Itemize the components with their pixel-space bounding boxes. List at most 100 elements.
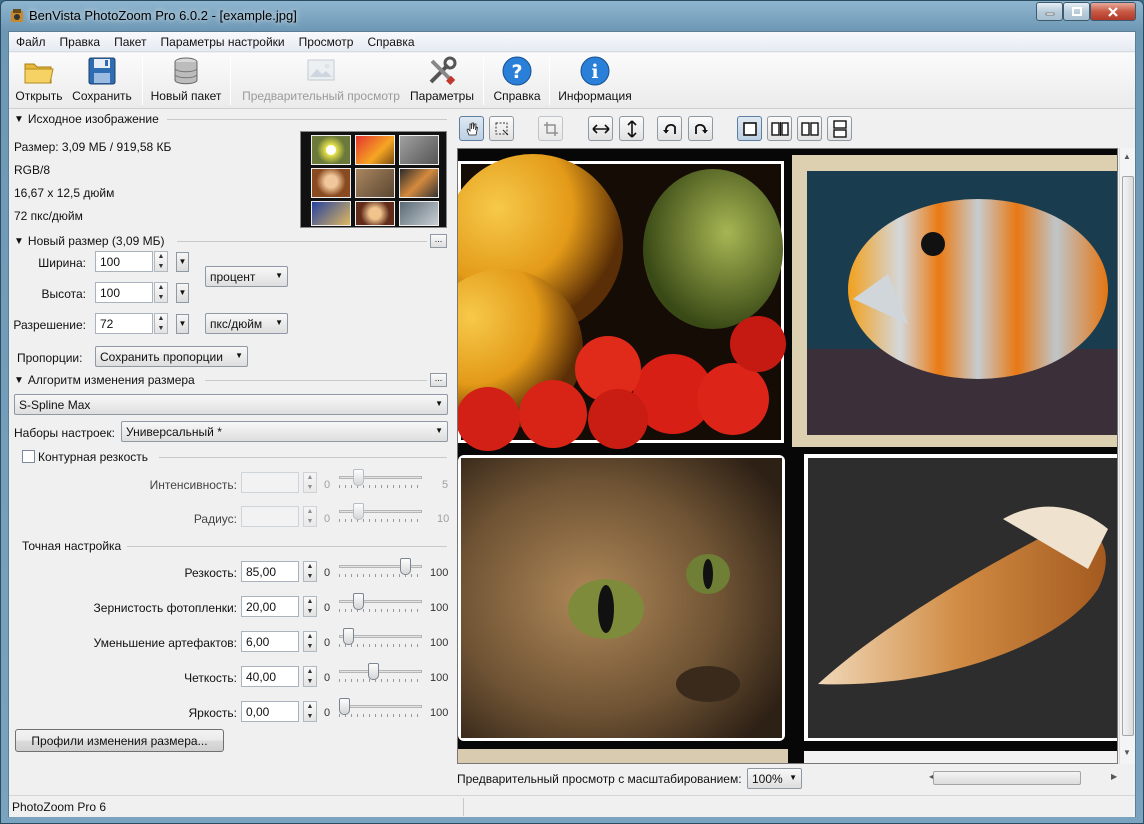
width-spinner[interactable]: ▲ ▼	[154, 251, 168, 272]
presets-select[interactable]: Универсальный * ▼	[121, 421, 448, 442]
spin-up-icon: ▲	[306, 668, 314, 675]
toolbar-separator	[483, 57, 484, 105]
scroll-up-icon[interactable]: ▲	[1123, 152, 1131, 161]
settings-button[interactable]: Параметры	[407, 55, 477, 107]
radius-min: 0	[324, 513, 331, 525]
artifact-reduction-max: 100	[430, 637, 449, 649]
spin-up-icon: ▲	[306, 474, 314, 481]
intensity-slider[interactable]	[339, 468, 422, 494]
menu-batch[interactable]: Пакет	[107, 32, 153, 52]
height-dropdown-button[interactable]: ▼	[176, 283, 189, 303]
split-view-button[interactable]	[767, 116, 792, 141]
source-image-header[interactable]: ▼ Исходное изображение	[14, 112, 159, 126]
stacked-view-icon	[832, 119, 847, 138]
rotate-left-button[interactable]	[657, 116, 682, 141]
size-unit-select[interactable]: процент ▼	[205, 266, 288, 287]
side-by-side-view-button[interactable]	[797, 116, 822, 141]
proportions-select[interactable]: Сохранить пропорции ▼	[95, 346, 248, 367]
width-dropdown-button[interactable]: ▼	[176, 252, 189, 272]
film-grain-max: 100	[430, 602, 449, 614]
slider-thumb[interactable]	[353, 469, 364, 486]
menu-view[interactable]: Просмотр	[292, 32, 361, 52]
new-batch-button[interactable]: Новый пакет	[147, 55, 225, 107]
resize-profiles-button[interactable]: Профили изменения размера...	[15, 729, 224, 752]
algorithm-header[interactable]: ▼ Алгоритм изменения размера	[14, 373, 195, 387]
film-grain-min: 0	[324, 602, 331, 614]
sharpness-spinner[interactable]: ▲ ▼	[303, 561, 317, 582]
algorithm-more-button[interactable]: ...	[430, 373, 447, 387]
contour-sharpening-checkbox[interactable]	[22, 450, 35, 463]
sharpness-slider[interactable]	[339, 557, 422, 583]
artifact-reduction-slider[interactable]	[339, 627, 422, 653]
crop-button[interactable]	[538, 116, 563, 141]
hand-tool-button[interactable]	[459, 116, 484, 141]
intensity-input[interactable]	[241, 472, 299, 493]
status-text: PhotoZoom Pro 6	[12, 800, 107, 814]
slider-thumb[interactable]	[339, 698, 350, 715]
rotate-right-button[interactable]	[688, 116, 713, 141]
stacked-view-button[interactable]	[827, 116, 852, 141]
intensity-spinner[interactable]: ▲ ▼	[303, 472, 317, 493]
menu-help[interactable]: Справка	[360, 32, 421, 52]
radius-slider[interactable]	[339, 502, 422, 528]
info-button[interactable]: i Информация	[555, 55, 635, 107]
scroll-right-icon[interactable]: ▶	[1111, 772, 1117, 781]
height-spinner[interactable]: ▲ ▼	[154, 282, 168, 303]
clarity-slider[interactable]	[339, 662, 422, 688]
preview-button[interactable]: Предварительный просмотр	[237, 55, 405, 107]
new-size-header[interactable]: ▼ Новый размер (3,09 МБ)	[14, 234, 164, 248]
maximize-button[interactable]	[1063, 2, 1090, 21]
resolution-dropdown-button[interactable]: ▼	[176, 314, 189, 334]
slider-thumb[interactable]	[353, 503, 364, 520]
clarity-spinner[interactable]: ▲ ▼	[303, 666, 317, 687]
film-grain-input[interactable]: 20,00	[241, 596, 299, 617]
height-input[interactable]: 100	[95, 282, 153, 303]
clarity-input[interactable]: 40,00	[241, 666, 299, 687]
radius-spinner[interactable]: ▲ ▼	[303, 506, 317, 527]
divider	[159, 457, 447, 458]
brightness-input[interactable]: 0,00	[241, 701, 299, 722]
film-grain-slider[interactable]	[339, 592, 422, 618]
horizontal-scroll-thumb[interactable]	[933, 771, 1081, 785]
new-size-more-button[interactable]: ...	[430, 234, 447, 248]
close-button[interactable]	[1090, 2, 1136, 21]
clarity-label: Четкость:	[184, 671, 237, 685]
menu-settings[interactable]: Параметры настройки	[154, 32, 292, 52]
slider-thumb[interactable]	[353, 593, 364, 610]
zoom-select[interactable]: 100% ▼	[747, 768, 802, 789]
horizontal-scrollbar[interactable]: ◀ ▶	[927, 770, 1123, 786]
save-button[interactable]: Сохранить	[67, 55, 137, 107]
film-grain-spinner[interactable]: ▲ ▼	[303, 596, 317, 617]
artifact-reduction-input[interactable]: 6,00	[241, 631, 299, 652]
artifact-reduction-spinner[interactable]: ▲ ▼	[303, 631, 317, 652]
window-title: BenVista PhotoZoom Pro 6.0.2 - [example.…	[29, 8, 297, 23]
sharpness-input[interactable]: 85,00	[241, 561, 299, 582]
single-view-button[interactable]	[737, 116, 762, 141]
vertical-scroll-thumb[interactable]	[1122, 176, 1134, 736]
vertical-scrollbar[interactable]: ▲ ▼	[1119, 148, 1135, 764]
resolution-spinner[interactable]: ▲ ▼	[154, 313, 168, 334]
minimize-button[interactable]	[1036, 2, 1063, 21]
brightness-spinner[interactable]: ▲ ▼	[303, 701, 317, 722]
scroll-down-icon[interactable]: ▼	[1123, 748, 1131, 757]
slider-thumb[interactable]	[400, 558, 411, 575]
help-button[interactable]: ? Справка	[489, 55, 545, 107]
menu-edit[interactable]: Правка	[53, 32, 108, 52]
width-input[interactable]: 100	[95, 251, 153, 272]
menu-file[interactable]: Файл	[9, 32, 53, 52]
slider-thumb[interactable]	[343, 628, 354, 645]
algorithm-select[interactable]: S-Spline Max ▼	[14, 394, 448, 415]
artifact-reduction-min: 0	[324, 637, 331, 649]
source-thumbnail	[300, 131, 447, 228]
radius-input[interactable]	[241, 506, 299, 527]
brightness-slider[interactable]	[339, 697, 422, 723]
slider-thumb[interactable]	[368, 663, 379, 680]
open-button[interactable]: Открыть	[13, 55, 65, 107]
crop-select-tool-button[interactable]	[489, 116, 514, 141]
fine-tuning-header: Точная настройка	[22, 539, 122, 553]
resolution-unit-select[interactable]: пкс/дюйм ▼	[205, 313, 288, 334]
image-preview[interactable]	[457, 148, 1118, 764]
resolution-input[interactable]: 72	[95, 313, 153, 334]
fit-width-button[interactable]	[588, 116, 613, 141]
fit-height-button[interactable]	[619, 116, 644, 141]
